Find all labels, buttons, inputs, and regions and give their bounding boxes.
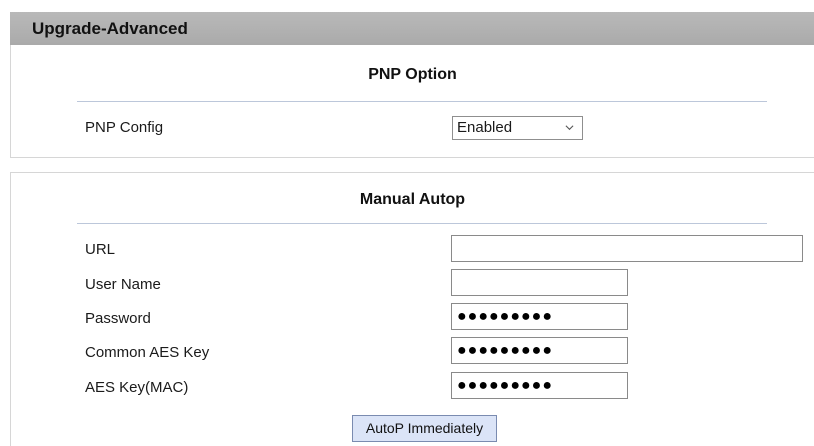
autop-immediately-button[interactable]: AutoP Immediately — [352, 415, 497, 442]
section-header: Upgrade-Advanced — [10, 12, 814, 45]
pnp-config-value: Enabled — [457, 119, 513, 136]
password-input[interactable] — [451, 303, 628, 330]
user-name-label: User Name — [85, 276, 161, 293]
chevron-down-icon — [565, 125, 574, 131]
pnp-option-panel: PNP Option PNP Config Enabled — [10, 45, 814, 158]
pnp-option-title: PNP Option — [368, 66, 457, 83]
aes-key-mac-label: AES Key(MAC) — [85, 379, 189, 396]
pnp-config-label: PNP Config — [85, 119, 164, 136]
password-label: Password — [85, 310, 151, 327]
manual-autop-panel: Manual Autop URL User Name Password Comm… — [10, 172, 814, 446]
page-title: Upgrade-Advanced — [32, 19, 188, 38]
pnp-config-select[interactable]: Enabled — [452, 116, 583, 140]
common-aes-key-label: Common AES Key — [85, 344, 210, 361]
url-label: URL — [85, 241, 116, 258]
url-input[interactable] — [451, 235, 803, 262]
manual-autop-title: Manual Autop — [359, 191, 466, 208]
user-name-input[interactable] — [451, 269, 628, 296]
manual-divider — [77, 223, 767, 224]
aes-key-mac-input[interactable] — [451, 372, 628, 399]
common-aes-key-input[interactable] — [451, 337, 628, 364]
pnp-divider — [77, 101, 767, 102]
